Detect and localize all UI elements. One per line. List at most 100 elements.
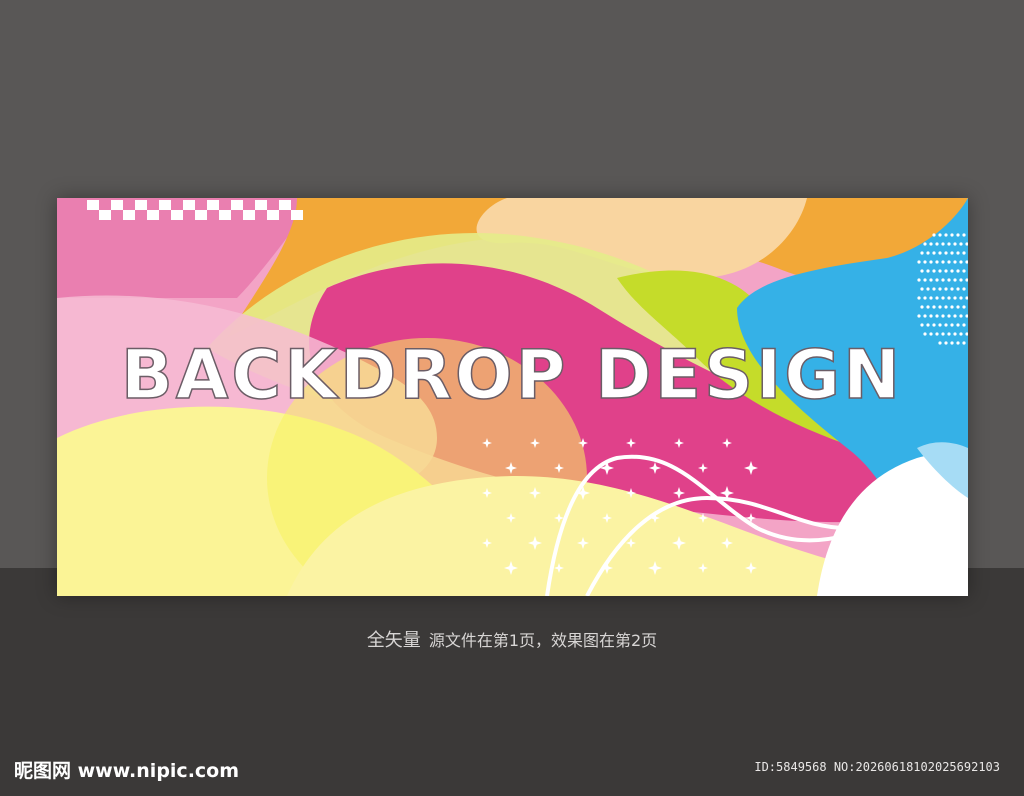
halftone-dot [935,242,939,246]
halftone-dot [938,341,942,345]
halftone-dot [962,341,966,345]
halftone-dot [962,323,966,327]
halftone-dot [956,233,960,237]
halftone-dot [923,296,927,300]
halftone-dot [959,332,963,336]
halftone-dot [923,278,927,282]
halftone-dot [920,305,924,309]
halftone-dot [950,323,954,327]
halftone-dot [932,251,936,255]
halftone-dot [917,296,921,300]
halftone-dot [947,314,951,318]
halftone-dot [950,341,954,345]
halftone-dot [959,314,963,318]
caption-line: 全矢量 源文件在第1页，效果图在第2页 [0,626,1024,652]
halftone-dot [941,260,945,264]
halftone-dot [923,260,927,264]
halftone-dot [956,269,960,273]
halftone-dot [926,269,930,273]
halftone-dot [962,287,966,291]
halftone-dot [917,314,921,318]
halftone-dot [944,233,948,237]
site-watermark-logo: 昵图网 www.nipic.com [14,760,240,782]
halftone-dot [947,260,951,264]
banner-headline: BACKDROP DESIGN [120,335,904,416]
halftone-dot [920,287,924,291]
halftone-dot [944,287,948,291]
halftone-dot [917,260,921,264]
caption-lead: 全矢量 [366,630,421,651]
halftone-dot [944,305,948,309]
halftone-dot [932,323,936,327]
image-id-watermark: ID:5849568 NO:20260618102025692103 [754,760,1000,774]
halftone-dot [941,332,945,336]
halftone-dot [926,251,930,255]
halftone-dot [929,260,933,264]
halftone-dot [935,278,939,282]
halftone-dot [944,341,948,345]
halftone-dot [938,269,942,273]
halftone-dot [938,287,942,291]
halftone-dot [938,233,942,237]
halftone-dot [932,287,936,291]
halftone-dot [962,305,966,309]
halftone-dot [923,314,927,318]
halftone-dot [956,305,960,309]
halftone-dot [923,242,927,246]
halftone-dot [956,323,960,327]
halftone-dot [956,341,960,345]
halftone-dot [941,314,945,318]
halftone-dot [920,251,924,255]
halftone-dot [959,278,963,282]
backdrop-banner: BACKDROP DESIGN [57,198,968,596]
halftone-dot [926,305,930,309]
halftone-dot [935,314,939,318]
halftone-dot [959,296,963,300]
halftone-dot [959,242,963,246]
halftone-dot [935,296,939,300]
halftone-dot [950,305,954,309]
caption-text: 源文件在第1页，效果图在第2页 [428,631,658,650]
halftone-dot [944,269,948,273]
halftone-dot [926,323,930,327]
halftone-dot [962,233,966,237]
halftone-dot [950,287,954,291]
halftone-dot [917,278,921,282]
halftone-dot [929,278,933,282]
halftone-dot [962,269,966,273]
halftone-dot [938,305,942,309]
halftone-dot [929,314,933,318]
halftone-dot [956,251,960,255]
halftone-dot [941,278,945,282]
halftone-dot [962,251,966,255]
halftone-dot [938,323,942,327]
halftone-dot [950,251,954,255]
halftone-dot [935,260,939,264]
halftone-dot [950,269,954,273]
halftone-dot [932,269,936,273]
halftone-dot [947,296,951,300]
halftone-dot [941,242,945,246]
halftone-dot [953,296,957,300]
halftone-dot [959,260,963,264]
halftone-dot [947,242,951,246]
halftone-dot [953,242,957,246]
halftone-dot [932,305,936,309]
halftone-dot [950,233,954,237]
halftone-dot [953,314,957,318]
halftone-dot [941,296,945,300]
halftone-dot [920,269,924,273]
halftone-dot [920,323,924,327]
halftone-dot [953,278,957,282]
halftone-dot [929,296,933,300]
halftone-dot [947,332,951,336]
halftone-dot [944,323,948,327]
halftone-dot [932,233,936,237]
halftone-dot [944,251,948,255]
halftone-dot [938,251,942,255]
halftone-dot [956,287,960,291]
halftone-dot [947,278,951,282]
halftone-dot [953,260,957,264]
halftone-dot [926,287,930,291]
halftone-dot [929,242,933,246]
